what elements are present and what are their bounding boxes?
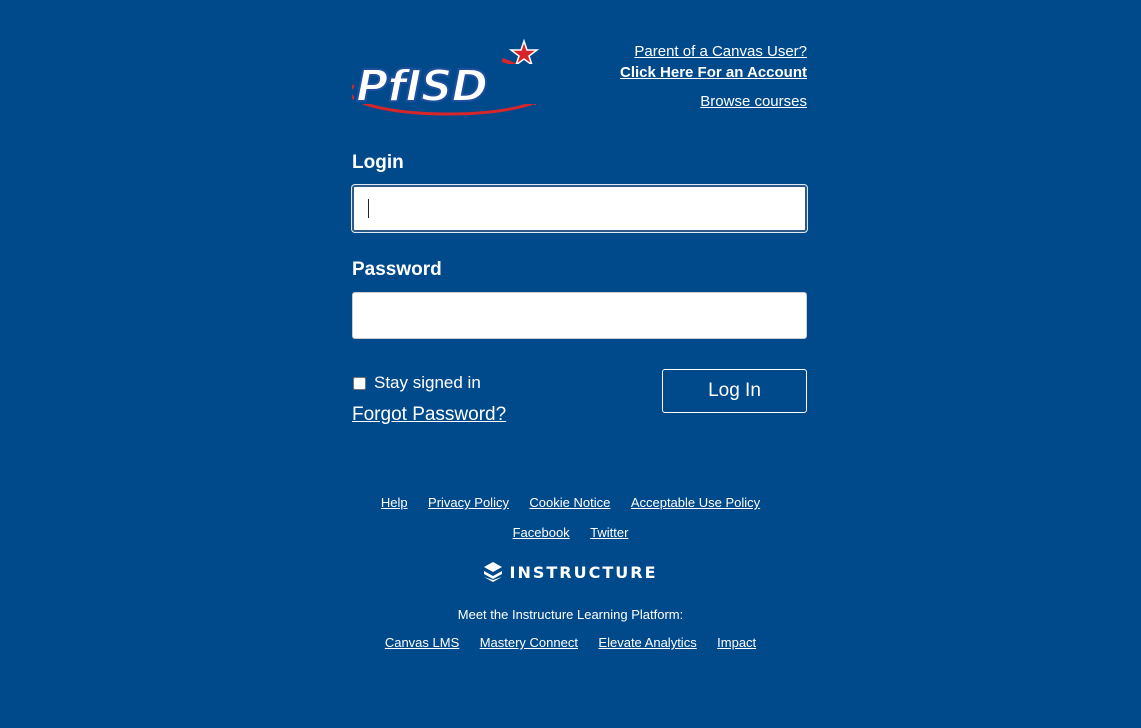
canvas-lms-link[interactable]: Canvas LMS — [385, 635, 459, 650]
privacy-policy-link[interactable]: Privacy Policy — [428, 495, 509, 510]
forgot-password-link[interactable]: Forgot Password? — [352, 404, 506, 426]
login-label: Login — [352, 152, 404, 173]
cookie-notice-link[interactable]: Cookie Notice — [529, 495, 610, 510]
browse-courses-link[interactable]: Browse courses — [620, 91, 807, 112]
instructure-logo[interactable]: INSTRUCTURE — [0, 562, 1141, 582]
login-page: PfISD Parent of a Canvas User? Click Her… — [0, 0, 1141, 728]
twitter-link[interactable]: Twitter — [590, 525, 628, 540]
log-in-button[interactable]: Log In — [662, 369, 807, 413]
logo-wordmark: PfISD — [356, 61, 487, 112]
stay-signed-in-checkbox[interactable] — [353, 376, 366, 390]
parent-account-link-bold[interactable]: Click Here For an Account — [620, 62, 807, 83]
parent-account-link[interactable]: Parent of a Canvas User? — [620, 41, 807, 62]
platform-text: Meet the Instructure Learning Platform: — [457, 607, 684, 622]
login-box: PfISD Parent of a Canvas User? Click Her… — [352, 38, 807, 453]
help-link[interactable]: Help — [381, 495, 408, 510]
footer-links-primary: Help Privacy Policy Cookie Notice Accept… — [0, 494, 1141, 512]
acceptable-use-policy-link[interactable]: Acceptable Use Policy — [631, 495, 760, 510]
header-links: Parent of a Canvas User? Click Here For … — [620, 41, 807, 112]
login-header: PfISD Parent of a Canvas User? Click Her… — [352, 38, 807, 116]
instructure-icon — [483, 562, 502, 582]
form-actions: Stay signed in Forgot Password? Log In — [352, 369, 807, 453]
facebook-link[interactable]: Facebook — [513, 525, 570, 540]
impact-link[interactable]: Impact — [717, 635, 756, 650]
elevate-analytics-link[interactable]: Elevate Analytics — [598, 635, 696, 650]
login-input[interactable] — [352, 185, 807, 232]
footer-social-links: Facebook Twitter — [0, 524, 1141, 542]
password-label: Password — [352, 259, 442, 280]
stay-signed-in-label[interactable]: Stay signed in — [374, 373, 481, 393]
instructure-wordmark: INSTRUCTURE — [509, 562, 658, 582]
text-caret — [368, 199, 369, 218]
password-input[interactable] — [352, 292, 807, 339]
mastery-connect-link[interactable]: Mastery Connect — [480, 635, 578, 650]
district-logo: PfISD — [352, 38, 550, 116]
footer-product-links: Canvas LMS Mastery Connect Elevate Analy… — [0, 634, 1141, 652]
stay-signed-in[interactable]: Stay signed in — [352, 373, 481, 393]
